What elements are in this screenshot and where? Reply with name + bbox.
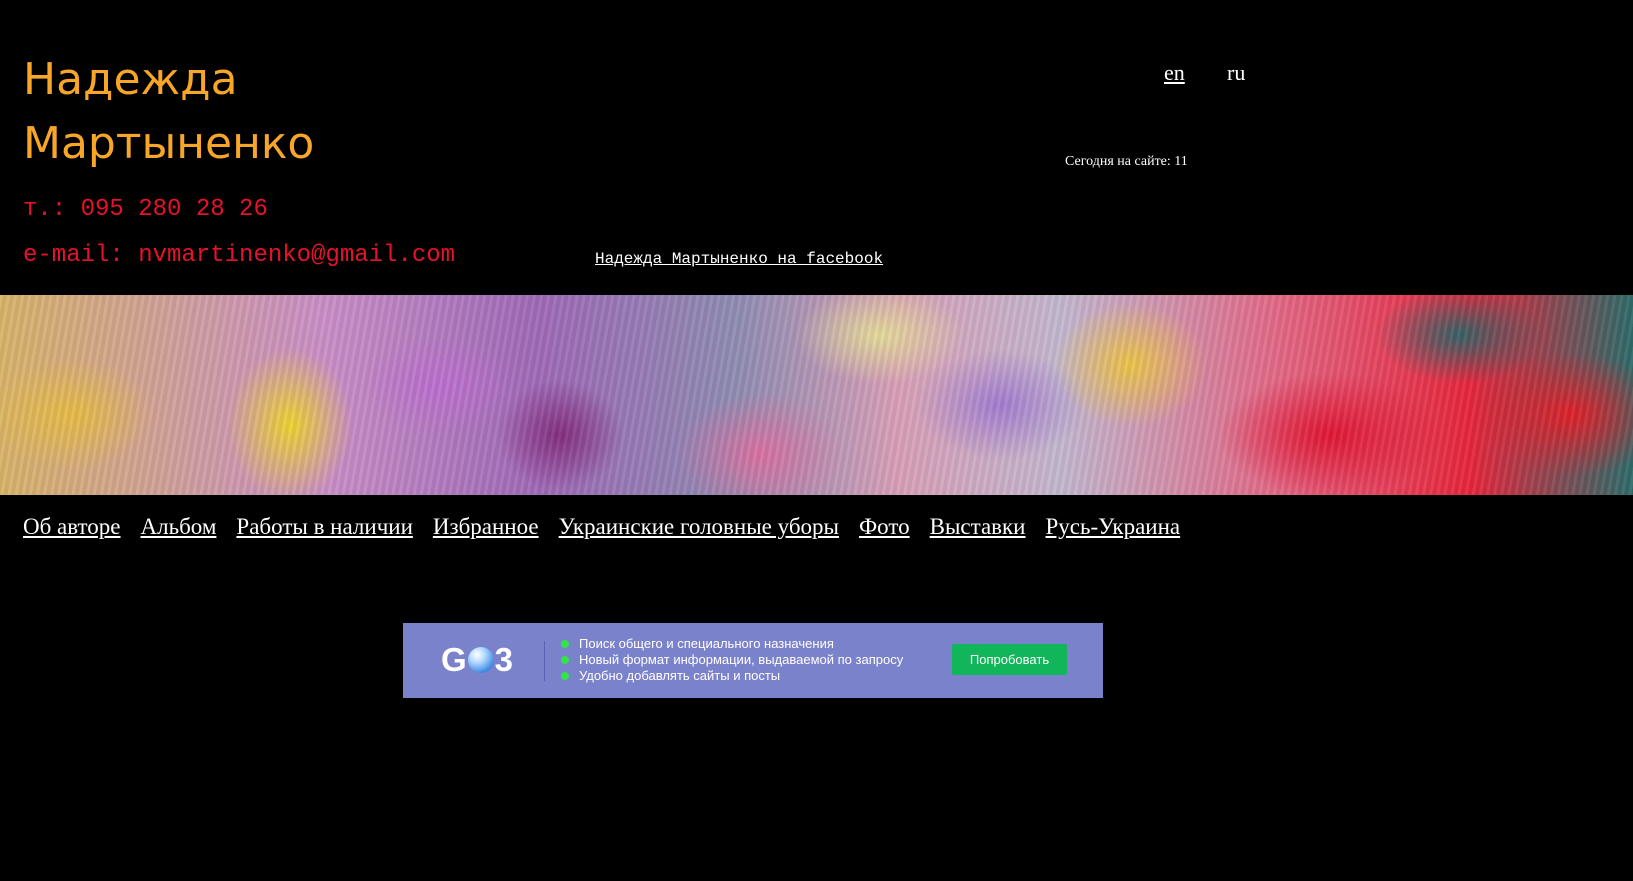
artist-first-name: Надежда: [23, 54, 238, 105]
artist-name: Надежда Мартыненко: [23, 48, 363, 176]
ad-banner[interactable]: G 3 Поиск общего и специального назначен…: [403, 623, 1103, 698]
language-ru-current: ru: [1227, 60, 1246, 85]
painting-banner: [0, 295, 1633, 495]
nav-item-exhibitions[interactable]: Выставки: [930, 514, 1026, 540]
green-dot-icon: [561, 640, 569, 648]
globe-icon: [467, 647, 494, 673]
ad-feature-text: Удобно добавлять сайты и посты: [579, 668, 781, 683]
nav-item-available-works[interactable]: Работы в наличии: [236, 514, 412, 540]
nav-item-album[interactable]: Альбом: [141, 514, 217, 540]
nav-item-about[interactable]: Об авторе: [23, 514, 121, 540]
ad-feature-item: Удобно добавлять сайты и посты: [561, 668, 903, 684]
ad-feature-list: Поиск общего и специального назначения Н…: [561, 636, 903, 684]
artist-last-name: Мартыненко: [23, 118, 315, 169]
facebook-link[interactable]: Надежда Мартыненко на facebook: [595, 250, 883, 268]
go3-logo: G 3: [441, 641, 513, 679]
nav-item-photo[interactable]: Фото: [859, 514, 910, 540]
ad-feature-text: Новый формат информации, выдаваемой по з…: [579, 652, 904, 667]
nav-item-ukrainian-headwear[interactable]: Украинские головные уборы: [559, 514, 839, 540]
visitor-counter: Сегодня на сайте: 11: [1065, 154, 1188, 169]
email-address: e-mail: nvmartinenko@gmail.com: [23, 242, 456, 269]
ad-try-button[interactable]: Попробовать: [952, 644, 1067, 675]
logo-digit-3: 3: [494, 641, 514, 678]
logo-letter-g: G: [441, 641, 467, 678]
ad-divider: [544, 641, 545, 681]
banner-texture: [0, 295, 1633, 495]
language-en-link[interactable]: en: [1164, 60, 1185, 86]
ad-feature-text: Поиск общего и специального назначения: [579, 636, 834, 651]
ad-feature-item: Новый формат информации, выдаваемой по з…: [561, 652, 903, 668]
green-dot-icon: [561, 656, 569, 664]
nav-item-favorites[interactable]: Избранное: [433, 514, 539, 540]
main-navigation: Об авторе Альбом Работы в наличии Избран…: [23, 514, 1180, 540]
green-dot-icon: [561, 672, 569, 680]
nav-item-rus-ukraine[interactable]: Русь-Украина: [1046, 514, 1181, 540]
ad-feature-item: Поиск общего и специального назначения: [561, 636, 903, 652]
phone-number: т.: 095 280 28 26: [23, 196, 268, 223]
